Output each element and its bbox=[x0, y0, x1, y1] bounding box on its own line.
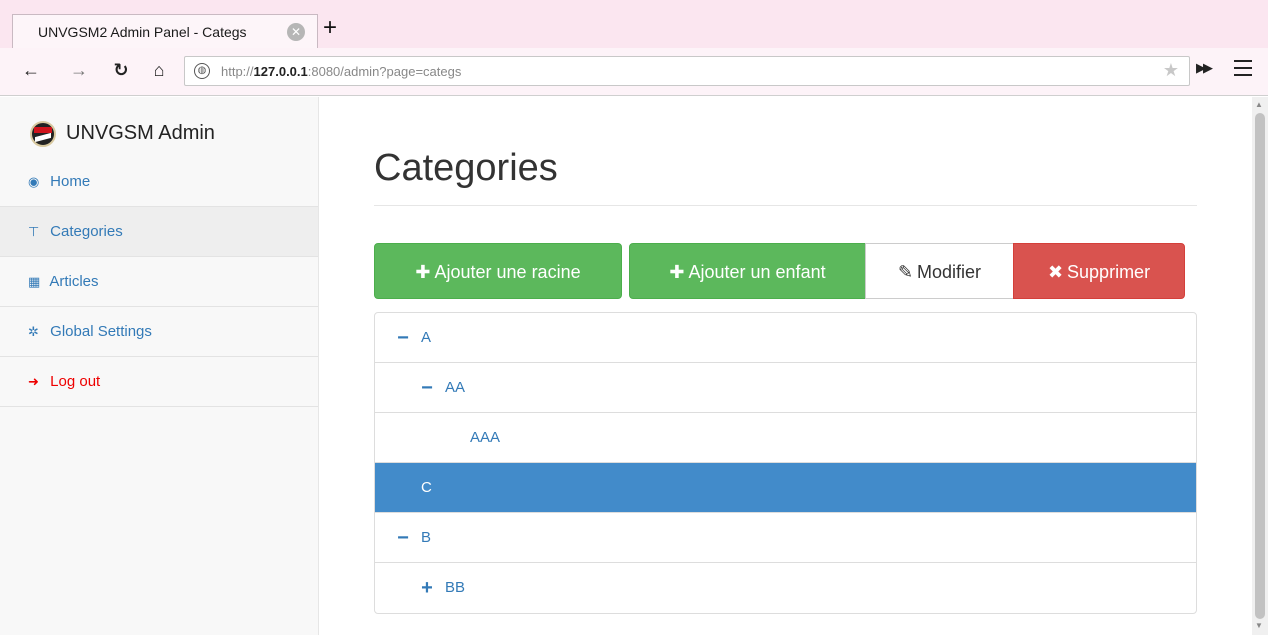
tab-title: UNVGSM2 Admin Panel - Categs bbox=[38, 24, 247, 40]
browser-tab[interactable]: UNVGSM2 Admin Panel - Categs ✕ bbox=[12, 14, 318, 48]
home-icon[interactable]: ⌂ bbox=[148, 57, 170, 83]
page-viewport: UNVGSM Admin ◉ Home ⊤ Categories ▦ Artic… bbox=[0, 97, 1268, 635]
collapse-icon[interactable]: − bbox=[395, 513, 411, 563]
sidebar-item-categories[interactable]: ⊤ Categories bbox=[0, 207, 318, 257]
collapse-icon[interactable]: − bbox=[395, 313, 411, 363]
category-tree: − A − AA AAA C − B + BB bbox=[374, 312, 1197, 614]
tree-node-a[interactable]: − A bbox=[375, 313, 1196, 363]
tree-node-label: BB bbox=[445, 579, 466, 596]
add-root-button[interactable]: ✚ Ajouter une racine bbox=[374, 243, 622, 299]
sidebar-item-logout[interactable]: ➜ Log out bbox=[0, 357, 318, 407]
sidebar-item-articles[interactable]: ▦ Articles bbox=[0, 257, 318, 307]
collapse-icon[interactable]: − bbox=[419, 363, 435, 413]
table-icon: ▦ bbox=[28, 274, 41, 289]
tree-node-aa[interactable]: − AA bbox=[375, 363, 1196, 413]
forward-arrow-icon[interactable]: → bbox=[68, 57, 90, 83]
browser-nav-bar: ← → ↻ ⌂ ◍ http://127.0.0.1:8080/admin?pa… bbox=[0, 48, 1268, 96]
tree-node-label: A bbox=[421, 329, 432, 346]
tree-node-aaa[interactable]: AAA bbox=[375, 413, 1196, 463]
close-icon[interactable]: ✕ bbox=[287, 23, 305, 41]
sidebar-item-label: Articles bbox=[49, 273, 99, 290]
dashboard-icon: ◉ bbox=[28, 174, 40, 189]
sidebar-item-home[interactable]: ◉ Home bbox=[0, 157, 318, 207]
sidebar-item-global-settings[interactable]: ✲ Global Settings bbox=[0, 307, 318, 357]
add-root-label: Ajouter une racine bbox=[434, 262, 581, 282]
tree-node-label: B bbox=[421, 529, 432, 546]
sidebar-item-label: Home bbox=[50, 173, 91, 190]
tree-node-b[interactable]: − B bbox=[375, 513, 1196, 563]
main-content: Categories ✚ Ajouter une racine ✚ Ajouter … bbox=[320, 97, 1252, 635]
delete-label: Supprimer bbox=[1067, 262, 1151, 282]
add-child-button[interactable]: ✚ Ajouter un enfant bbox=[629, 243, 866, 299]
plus-icon: ✚ bbox=[669, 262, 685, 282]
plus-icon: ✚ bbox=[415, 262, 431, 282]
back-arrow-icon[interactable]: ← bbox=[20, 57, 42, 83]
url-text: http://127.0.0.1:8080/admin?page=categs bbox=[221, 64, 462, 79]
more-tools-icon[interactable]: ▶▶ bbox=[1196, 60, 1213, 76]
scroll-thumb[interactable] bbox=[1255, 113, 1265, 619]
expand-icon[interactable]: + bbox=[419, 563, 435, 613]
sidebar-nav: ◉ Home ⊤ Categories ▦ Articles ✲ Global … bbox=[0, 157, 318, 407]
tree-node-label: C bbox=[421, 479, 432, 496]
gear-icon: ✲ bbox=[28, 324, 39, 339]
reload-icon[interactable]: ↻ bbox=[110, 57, 132, 83]
url-bar[interactable]: ◍ http://127.0.0.1:8080/admin?page=categ… bbox=[184, 56, 1190, 86]
edit-button[interactable]: ✎ Modifier bbox=[865, 243, 1014, 299]
tree-node-bb[interactable]: + BB bbox=[375, 563, 1196, 613]
sidebar-item-label: Categories bbox=[50, 223, 123, 240]
hamburger-menu-icon[interactable] bbox=[1234, 60, 1252, 76]
brand-name: UNVGSM Admin bbox=[66, 122, 215, 144]
globe-icon: ◍ bbox=[194, 63, 210, 79]
sitemap-icon: ⊤ bbox=[28, 224, 40, 239]
logo-icon bbox=[30, 121, 56, 147]
page-title: Categories bbox=[374, 147, 558, 189]
tree-node-label: AAA bbox=[470, 429, 501, 446]
tree-node-label: AA bbox=[445, 379, 466, 396]
add-child-label: Ajouter un enfant bbox=[688, 262, 826, 282]
title-divider bbox=[374, 205, 1197, 206]
logout-icon: ➜ bbox=[28, 374, 39, 389]
vertical-scrollbar[interactable]: ▲ ▼ bbox=[1252, 97, 1268, 635]
sidebar: UNVGSM Admin ◉ Home ⊤ Categories ▦ Artic… bbox=[0, 97, 319, 635]
sidebar-item-label: Global Settings bbox=[50, 323, 152, 340]
sidebar-item-label: Log out bbox=[50, 373, 101, 390]
edit-icon: ✎ bbox=[897, 262, 914, 282]
times-icon: ✖ bbox=[1047, 262, 1064, 282]
scroll-down-icon[interactable]: ▼ bbox=[1255, 621, 1263, 630]
scroll-up-icon[interactable]: ▲ bbox=[1255, 100, 1263, 109]
new-tab-button[interactable]: + bbox=[318, 14, 342, 44]
star-icon[interactable]: ★ bbox=[1163, 60, 1179, 81]
delete-button[interactable]: ✖ Supprimer bbox=[1013, 243, 1185, 299]
browser-tab-bar: UNVGSM2 Admin Panel - Categs ✕ + bbox=[0, 0, 1268, 48]
edit-label: Modifier bbox=[917, 262, 982, 282]
tree-node-c[interactable]: C bbox=[375, 463, 1196, 513]
